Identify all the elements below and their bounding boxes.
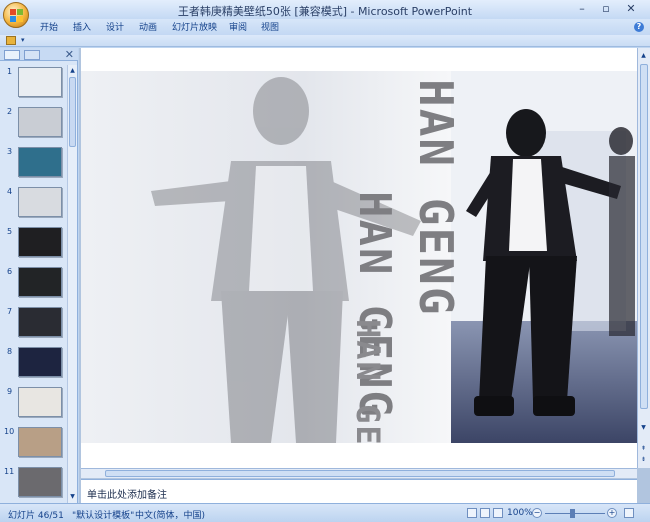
minimize-icon[interactable]: –: [572, 2, 592, 16]
slide-thumbnail[interactable]: [18, 227, 62, 257]
thumbnail-item[interactable]: 4: [0, 187, 67, 223]
thumbnail-number: 8: [7, 347, 13, 356]
tab-insert[interactable]: 插入: [73, 20, 91, 33]
thumbnail-item[interactable]: 8: [0, 347, 67, 383]
zoom-out-icon[interactable]: −: [532, 508, 542, 518]
tab-view[interactable]: 视图: [261, 20, 279, 33]
scroll-up-icon[interactable]: ▲: [640, 51, 647, 60]
editor-horizontal-scrollbar[interactable]: [81, 468, 637, 478]
slide-thumbnail[interactable]: [18, 107, 62, 137]
thumbnail-number: 2: [7, 107, 13, 116]
close-panel-icon[interactable]: ✕: [65, 48, 74, 61]
ribbon-tabs: 开始 插入 设计 动画 幻灯片放映 审阅 视图 ?: [0, 19, 650, 35]
close-icon[interactable]: ✕: [621, 2, 641, 16]
scroll-down-icon[interactable]: ▼: [640, 423, 647, 432]
thumbnail-item[interactable]: 6: [0, 267, 67, 303]
slide-thumbnail[interactable]: [18, 267, 62, 297]
fit-to-window-icon[interactable]: [624, 508, 634, 518]
zoom-in-icon[interactable]: +: [607, 508, 617, 518]
slide-thumbnail[interactable]: [18, 67, 62, 97]
thumbnail-number: 4: [7, 187, 13, 196]
notes-pane[interactable]: 单击此处添加备注: [81, 479, 637, 503]
editor-vertical-scrollbar[interactable]: ▲ ▼ ⇞ ⇟: [637, 48, 650, 468]
slide-thumbnail[interactable]: [18, 147, 62, 177]
thumbnail-item[interactable]: 1: [0, 67, 67, 103]
office-button[interactable]: [3, 2, 29, 28]
tab-home[interactable]: 开始: [40, 20, 58, 33]
thumbnail-number: 5: [7, 227, 13, 236]
thumbnail-item[interactable]: 11: [0, 467, 67, 503]
slide-canvas: HAN GENG HAN GENG HAN GENG: [81, 48, 637, 468]
status-bar: 幻灯片 46/51 "默认设计模板" 中文(简体，中国) 100% − +: [0, 503, 650, 522]
thumbnail-number: 11: [4, 467, 15, 476]
help-icon[interactable]: ?: [634, 22, 644, 32]
slide-editor: HAN GENG HAN GENG HAN GENG ▲ ▼ ⇞ ⇟ 单击此处添…: [79, 48, 650, 503]
slide-sorter-icon[interactable]: [480, 508, 490, 518]
thumbnail-item[interactable]: 5: [0, 227, 67, 263]
slideshow-icon[interactable]: [493, 508, 503, 518]
outline-tab-icon[interactable]: [24, 50, 40, 60]
thumbnail-item[interactable]: 2: [0, 107, 67, 143]
thumbnail-number: 6: [7, 267, 13, 276]
scrollbar-thumb[interactable]: [105, 470, 615, 477]
thumbnail-scrollbar[interactable]: ▲ ▼: [67, 65, 77, 503]
slide-thumbnail[interactable]: [18, 427, 62, 457]
slide-title-text[interactable]: HAN GENG: [409, 79, 463, 317]
window-title: 王者韩庚精美壁纸50张 [兼容模式] - Microsoft PowerPoin…: [177, 5, 473, 18]
slide-thumbnail[interactable]: [18, 187, 62, 217]
slides-tab-icon[interactable]: [4, 50, 20, 60]
quick-access-toolbar: ▾: [0, 35, 650, 47]
slide-title-text-3[interactable]: HAN GENG: [349, 319, 387, 443]
slide-thumbnail[interactable]: [18, 347, 62, 377]
scroll-down-icon[interactable]: ▼: [69, 492, 76, 501]
thumbnail-item[interactable]: 10: [0, 427, 67, 463]
previous-slide-icon[interactable]: ⇞: [640, 444, 647, 453]
thumbnail-number: 9: [7, 387, 13, 396]
scrollbar-thumb[interactable]: [640, 64, 648, 409]
panel-tabs: ✕: [0, 48, 78, 61]
zoom-slider-handle[interactable]: [570, 509, 575, 518]
notes-placeholder: 单击此处添加备注: [87, 490, 167, 501]
tab-slideshow[interactable]: 幻灯片放映: [172, 20, 217, 33]
normal-view-icon[interactable]: [467, 508, 477, 518]
language-indicator[interactable]: 中文(简体，中国): [135, 508, 205, 521]
title-bar: 王者韩庚精美壁纸50张 [兼容模式] - Microsoft PowerPoin…: [0, 0, 650, 19]
scroll-up-icon[interactable]: ▲: [69, 66, 76, 75]
current-slide[interactable]: HAN GENG HAN GENG HAN GENG: [81, 71, 637, 443]
zoom-slider[interactable]: [545, 513, 605, 514]
theme-name[interactable]: "默认设计模板": [72, 508, 134, 521]
tab-review[interactable]: 审阅: [229, 20, 247, 33]
thumbnail-item[interactable]: 9: [0, 387, 67, 423]
thumbnail-number: 10: [4, 427, 15, 436]
thumbnail-item[interactable]: 7: [0, 307, 67, 343]
tab-design[interactable]: 设计: [106, 20, 124, 33]
thumbnail-number: 1: [7, 67, 13, 76]
slide-counter: 幻灯片 46/51: [8, 511, 64, 521]
tab-animation[interactable]: 动画: [139, 20, 157, 33]
slide-thumbnail[interactable]: [18, 467, 62, 497]
slide-thumbnail[interactable]: [18, 307, 62, 337]
thumbnail-number: 3: [7, 147, 13, 156]
slide-thumbnail[interactable]: [18, 387, 62, 417]
zoom-level[interactable]: 100%: [507, 508, 533, 518]
slides-panel: ✕ 1 2 3 4 5 6 7 8 9 10 11 ▲ ▼: [0, 48, 78, 503]
thumbnail-item[interactable]: 3: [0, 147, 67, 183]
thumbnail-list: 1 2 3 4 5 6 7 8 9 10 11: [0, 65, 67, 503]
scrollbar-thumb[interactable]: [69, 77, 76, 147]
open-folder-icon[interactable]: [6, 36, 16, 45]
office-logo-icon: [10, 9, 23, 22]
next-slide-icon[interactable]: ⇟: [640, 455, 647, 464]
thumbnail-number: 7: [7, 307, 13, 316]
customize-dropdown-icon[interactable]: ▾: [21, 36, 27, 45]
restore-icon[interactable]: ▫: [596, 2, 616, 16]
